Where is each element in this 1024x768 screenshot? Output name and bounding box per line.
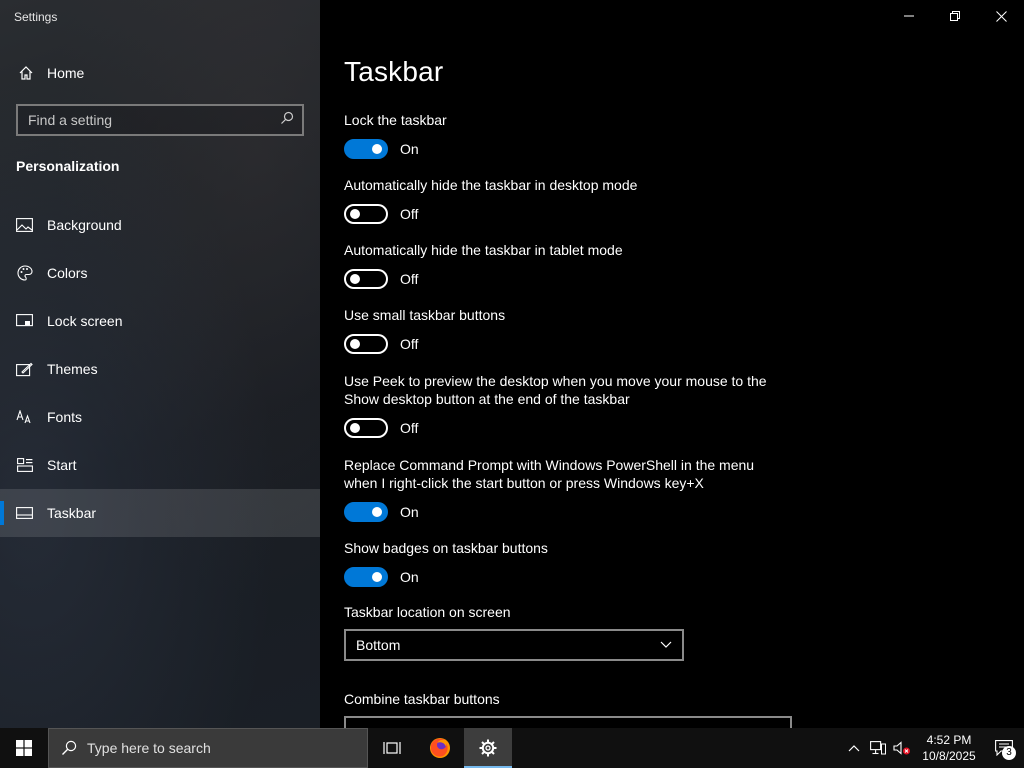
sidebar-item-start[interactable]: Start bbox=[0, 441, 320, 489]
toggle-state: Off bbox=[400, 420, 419, 436]
setting-label: Use Peek to preview the desktop when you… bbox=[344, 373, 767, 407]
lock-screen-icon bbox=[0, 314, 47, 328]
toggle-state: On bbox=[400, 569, 419, 585]
sidebar: Settings Home Personalization Background… bbox=[0, 0, 320, 728]
network-button[interactable] bbox=[866, 728, 890, 768]
search-icon bbox=[62, 740, 77, 755]
taskbar: Type here to search 4:52 PM 10/8/2025 3 bbox=[0, 728, 1024, 768]
sidebar-item-label: Background bbox=[47, 217, 122, 233]
search-input[interactable] bbox=[28, 112, 280, 128]
location-dropdown[interactable]: Bottom bbox=[344, 629, 684, 661]
chevron-down-icon bbox=[660, 641, 672, 648]
close-icon bbox=[995, 10, 1007, 22]
sidebar-item-themes[interactable]: Themes bbox=[0, 345, 320, 393]
start-icon bbox=[0, 458, 47, 472]
home-label: Home bbox=[47, 65, 85, 81]
volume-muted-icon bbox=[893, 741, 910, 755]
close-button[interactable] bbox=[978, 0, 1024, 32]
taskbar-icon bbox=[0, 507, 47, 519]
sidebar-item-lock-screen[interactable]: Lock screen bbox=[0, 297, 320, 345]
firefox-icon bbox=[430, 738, 450, 758]
taskbar-search[interactable]: Type here to search bbox=[48, 728, 368, 768]
combine-label: Combine taskbar buttons bbox=[344, 691, 500, 707]
firefox-button[interactable] bbox=[416, 728, 464, 768]
sidebar-item-label: Start bbox=[47, 457, 77, 473]
lock-taskbar-toggle[interactable] bbox=[344, 139, 388, 159]
search-icon[interactable] bbox=[280, 111, 294, 130]
setting-label: Show badges on taskbar buttons bbox=[344, 540, 548, 556]
system-tray: 4:52 PM 10/8/2025 3 bbox=[842, 728, 1024, 768]
sidebar-item-taskbar[interactable]: Taskbar bbox=[0, 489, 320, 537]
windows-logo-icon bbox=[16, 740, 32, 756]
toggle-state: On bbox=[400, 504, 419, 520]
toggle-state: On bbox=[400, 141, 419, 157]
badges-toggle[interactable] bbox=[344, 567, 388, 587]
volume-button[interactable] bbox=[890, 728, 914, 768]
network-icon bbox=[870, 741, 886, 755]
small-buttons-toggle[interactable] bbox=[344, 334, 388, 354]
clock-date: 10/8/2025 bbox=[922, 749, 976, 763]
task-view-icon bbox=[383, 742, 401, 754]
sidebar-item-background[interactable]: Background bbox=[0, 201, 320, 249]
combine-dropdown[interactable] bbox=[344, 716, 792, 728]
minimize-button[interactable] bbox=[886, 0, 932, 32]
sidebar-item-label: Fonts bbox=[47, 409, 83, 425]
setting-peek: Use Peek to preview the desktop when you… bbox=[344, 372, 784, 438]
setting-autohide-tablet: Automatically hide the taskbar in tablet… bbox=[344, 241, 784, 289]
window-controls bbox=[886, 0, 1024, 32]
setting-label: Use small taskbar buttons bbox=[344, 307, 506, 323]
show-hidden-icons-button[interactable] bbox=[842, 728, 866, 768]
toggle-state: Off bbox=[400, 271, 419, 287]
settings-app-button[interactable] bbox=[464, 728, 512, 768]
page-title: Taskbar bbox=[344, 56, 444, 87]
notification-count-badge: 3 bbox=[1002, 746, 1016, 760]
setting-label: Automatically hide the taskbar in tablet… bbox=[344, 242, 623, 258]
sidebar-item-label: Themes bbox=[47, 361, 98, 377]
clock[interactable]: 4:52 PM 10/8/2025 bbox=[914, 732, 984, 764]
location-value: Bottom bbox=[356, 637, 401, 653]
setting-lock-taskbar: Lock the taskbar On bbox=[344, 111, 784, 159]
action-center-button[interactable]: 3 bbox=[984, 728, 1024, 768]
chevron-up-icon bbox=[848, 745, 860, 752]
restore-icon bbox=[950, 11, 960, 21]
home-icon bbox=[0, 65, 47, 81]
main-content: Taskbar Lock the taskbar On Automaticall… bbox=[320, 0, 1024, 728]
fonts-icon bbox=[0, 410, 47, 424]
peek-toggle[interactable] bbox=[344, 418, 388, 438]
setting-powershell: Replace Command Prompt with Windows Powe… bbox=[344, 456, 784, 522]
sidebar-nav: Background Colors Lock screen Themes Fon… bbox=[0, 201, 320, 537]
setting-label: Replace Command Prompt with Windows Powe… bbox=[344, 457, 755, 491]
setting-autohide-desktop: Automatically hide the taskbar in deskto… bbox=[344, 176, 784, 224]
task-view-button[interactable] bbox=[368, 728, 416, 768]
find-setting-search[interactable] bbox=[16, 104, 304, 136]
autohide-tablet-toggle[interactable] bbox=[344, 269, 388, 289]
location-label: Taskbar location on screen bbox=[344, 604, 511, 620]
sidebar-item-label: Lock screen bbox=[47, 313, 123, 329]
taskbar-search-placeholder: Type here to search bbox=[87, 740, 211, 756]
setting-small-buttons: Use small taskbar buttons Off bbox=[344, 306, 784, 354]
app-title: Settings bbox=[14, 10, 58, 24]
start-button[interactable] bbox=[0, 728, 48, 768]
sidebar-item-fonts[interactable]: Fonts bbox=[0, 393, 320, 441]
sidebar-item-label: Taskbar bbox=[47, 505, 97, 521]
palette-icon bbox=[0, 265, 47, 281]
section-title: Personalization bbox=[16, 158, 120, 174]
setting-label: Lock the taskbar bbox=[344, 112, 447, 128]
home-nav-item[interactable]: Home bbox=[0, 58, 320, 88]
toggle-state: Off bbox=[400, 206, 419, 222]
toggle-state: Off bbox=[400, 336, 419, 352]
setting-label: Automatically hide the taskbar in deskto… bbox=[344, 177, 638, 193]
setting-badges: Show badges on taskbar buttons On bbox=[344, 539, 784, 587]
autohide-desktop-toggle[interactable] bbox=[344, 204, 388, 224]
restore-button[interactable] bbox=[932, 0, 978, 32]
sidebar-item-label: Colors bbox=[47, 265, 88, 281]
powershell-toggle[interactable] bbox=[344, 502, 388, 522]
minimize-icon bbox=[904, 15, 914, 17]
clock-time: 4:52 PM bbox=[926, 733, 972, 747]
gear-icon bbox=[479, 739, 497, 757]
image-icon bbox=[0, 218, 47, 232]
sidebar-item-colors[interactable]: Colors bbox=[0, 249, 320, 297]
themes-icon bbox=[0, 362, 47, 377]
